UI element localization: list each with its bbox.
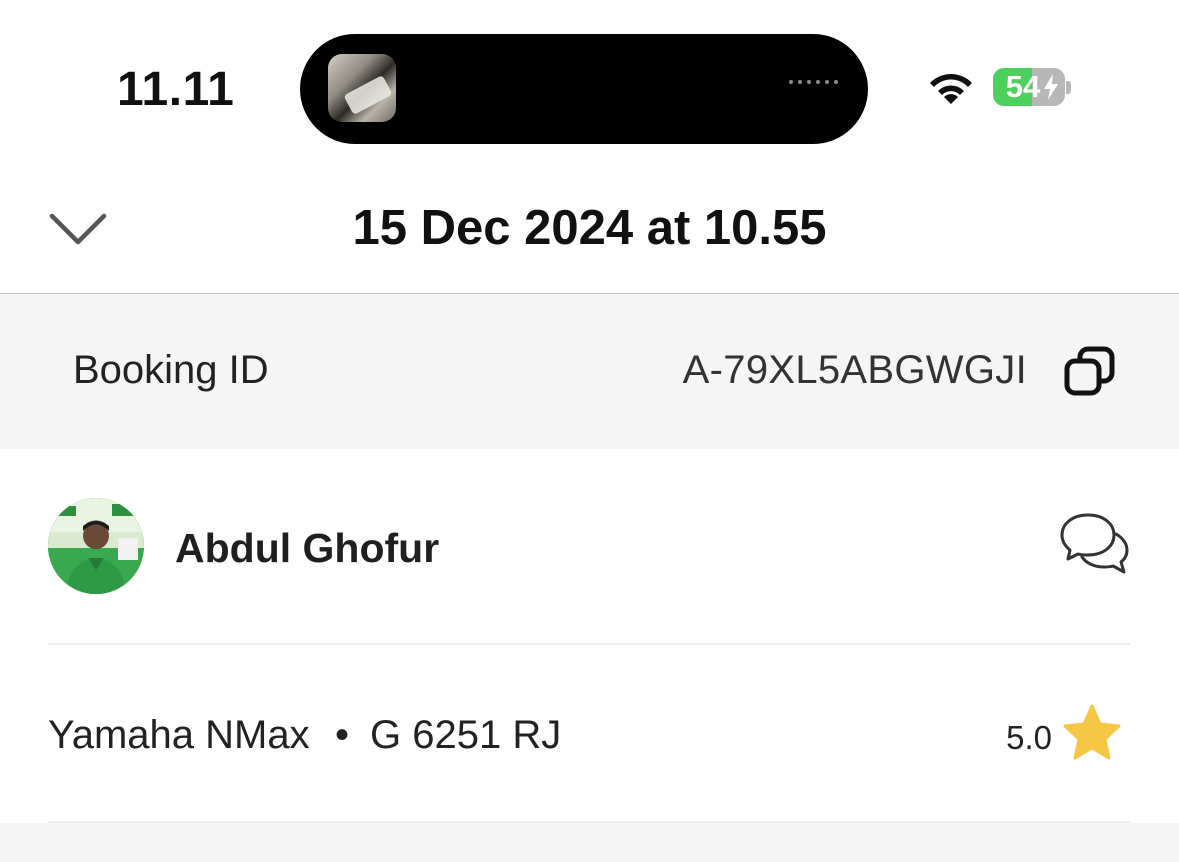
vehicle-model: Yamaha NMax — [48, 713, 310, 757]
battery-icon: 54 — [993, 68, 1065, 106]
page-title: 15 Dec 2024 at 10.55 — [352, 201, 827, 255]
vehicle-row: Yamaha NMax • G 6251 RJ 5.0 — [48, 645, 1131, 823]
chat-bubbles-icon[interactable] — [1058, 509, 1130, 581]
vehicle-plate: G 6251 RJ — [370, 713, 562, 757]
vehicle-separator: • — [335, 713, 350, 757]
status-bar: 11.11 54 — [0, 0, 1179, 170]
driver-rating: 5.0 — [1006, 719, 1052, 756]
charging-bolt-icon — [1044, 74, 1058, 100]
wifi-icon — [930, 74, 972, 104]
avatar-image — [48, 498, 144, 594]
driver-row: Abdul Ghofur — [48, 449, 1131, 645]
next-section-band — [0, 823, 1179, 862]
star-icon — [1063, 704, 1121, 760]
dynamic-island[interactable] — [300, 34, 868, 144]
copy-icon[interactable] — [1060, 344, 1118, 398]
audio-waveform-icon — [789, 80, 838, 84]
trip-header: 15 Dec 2024 at 10.55 — [0, 170, 1179, 294]
now-playing-thumbnail — [328, 54, 396, 122]
driver-avatar[interactable] — [48, 498, 144, 594]
driver-name: Abdul Ghofur — [175, 525, 440, 571]
battery-cap — [1066, 81, 1071, 94]
booking-id-label: Booking ID — [73, 348, 269, 392]
booking-id-value: A-79XL5ABGWGJI — [682, 348, 1027, 392]
status-time: 11.11 — [117, 63, 235, 116]
booking-id-row: Booking ID A-79XL5ABGWGJI — [0, 294, 1179, 449]
